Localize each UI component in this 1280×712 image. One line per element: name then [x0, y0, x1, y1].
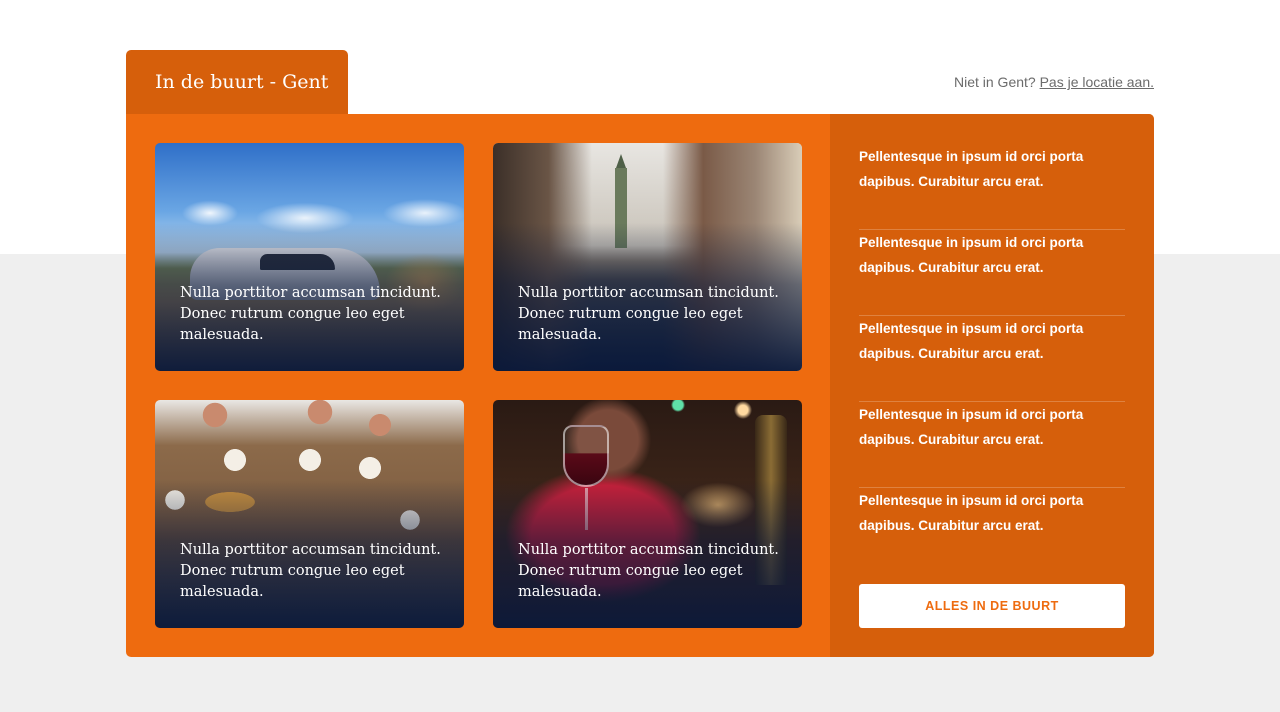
all-nearby-button[interactable]: ALLES IN DE BUURT: [859, 584, 1125, 628]
change-location-link[interactable]: Pas je locatie aan.: [1040, 74, 1154, 90]
nearby-card[interactable]: Nulla porttitor accumsan tincidunt. Done…: [493, 400, 802, 628]
card-caption: Nulla porttitor accumsan tincidunt. Done…: [180, 285, 441, 343]
nearby-card[interactable]: Nulla porttitor accumsan tincidunt. Done…: [493, 143, 802, 371]
location-prefix: Niet in Gent?: [953, 74, 1036, 90]
card-caption: Nulla porttitor accumsan tincidunt. Done…: [180, 542, 441, 600]
location-notice: Niet in Gent? Pas je locatie aan.: [954, 74, 1154, 90]
sidebar-link-list: Pellentesque in ipsum id orci porta dapi…: [859, 144, 1125, 574]
nearby-sidebar: Pellentesque in ipsum id orci porta dapi…: [830, 114, 1154, 657]
card-caption: Nulla porttitor accumsan tincidunt. Done…: [518, 542, 779, 600]
sidebar-link-item[interactable]: Pellentesque in ipsum id orci porta dapi…: [859, 316, 1125, 402]
sidebar-link-item[interactable]: Pellentesque in ipsum id orci porta dapi…: [859, 144, 1125, 230]
nearby-card[interactable]: Nulla porttitor accumsan tincidunt. Done…: [155, 143, 464, 371]
nearby-panel: Nulla porttitor accumsan tincidunt. Done…: [126, 114, 1154, 657]
section-tab-title: In de buurt - Gent: [126, 50, 348, 116]
nearby-card[interactable]: Nulla porttitor accumsan tincidunt. Done…: [155, 400, 464, 628]
sidebar-link-item[interactable]: Pellentesque in ipsum id orci porta dapi…: [859, 230, 1125, 316]
sidebar-link-item[interactable]: Pellentesque in ipsum id orci porta dapi…: [859, 402, 1125, 488]
sidebar-link-item[interactable]: Pellentesque in ipsum id orci porta dapi…: [859, 488, 1125, 574]
card-caption: Nulla porttitor accumsan tincidunt. Done…: [518, 285, 779, 343]
